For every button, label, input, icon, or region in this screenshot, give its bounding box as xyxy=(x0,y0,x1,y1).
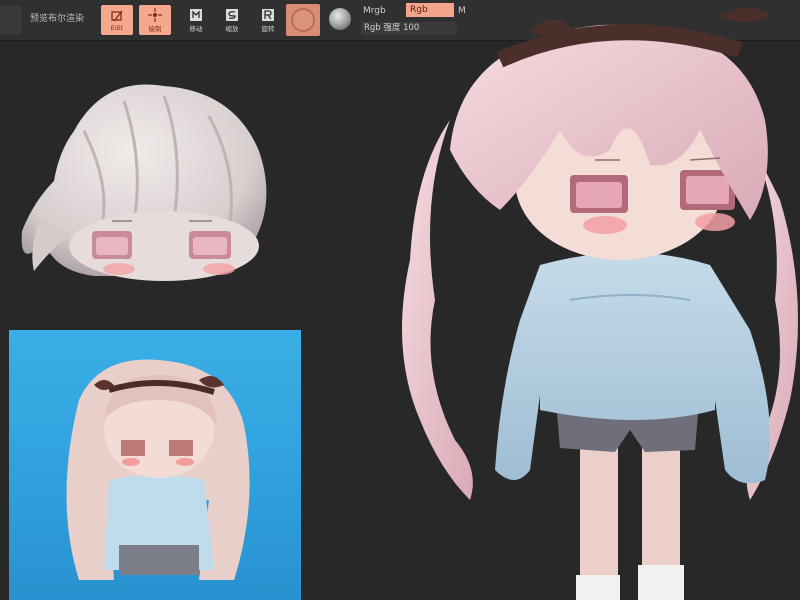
reference-image xyxy=(9,330,301,600)
color-swatch-button[interactable] xyxy=(286,4,320,36)
reference-figure xyxy=(66,359,250,580)
rotate-button[interactable]: 旋转 xyxy=(252,5,284,35)
scale-button[interactable]: 缩放 xyxy=(216,5,248,35)
rotate-label: 旋转 xyxy=(261,24,275,33)
edit-label: Edit xyxy=(110,23,124,32)
viewport-canvas[interactable] xyxy=(0,7,800,600)
menu-stub[interactable] xyxy=(0,6,22,34)
move-label: 移动 xyxy=(189,24,203,33)
scale-icon xyxy=(226,8,238,21)
character-model xyxy=(402,7,798,600)
edit-button[interactable]: Edit xyxy=(101,5,133,35)
clay-head-sculpt xyxy=(21,84,267,281)
preview-render-label[interactable]: 预览布尔渲染 xyxy=(30,11,84,24)
rotate-icon xyxy=(262,8,274,21)
draw-label: 绘制 xyxy=(148,24,162,33)
edit-icon xyxy=(111,10,123,21)
draw-button[interactable]: 绘制 xyxy=(139,5,171,35)
move-button[interactable]: 移动 xyxy=(180,5,212,35)
draw-icon xyxy=(148,7,162,22)
material-sphere-icon[interactable] xyxy=(329,8,351,30)
color-swatch-icon xyxy=(291,8,315,32)
move-icon xyxy=(190,8,202,21)
scale-label: 缩放 xyxy=(225,24,239,33)
